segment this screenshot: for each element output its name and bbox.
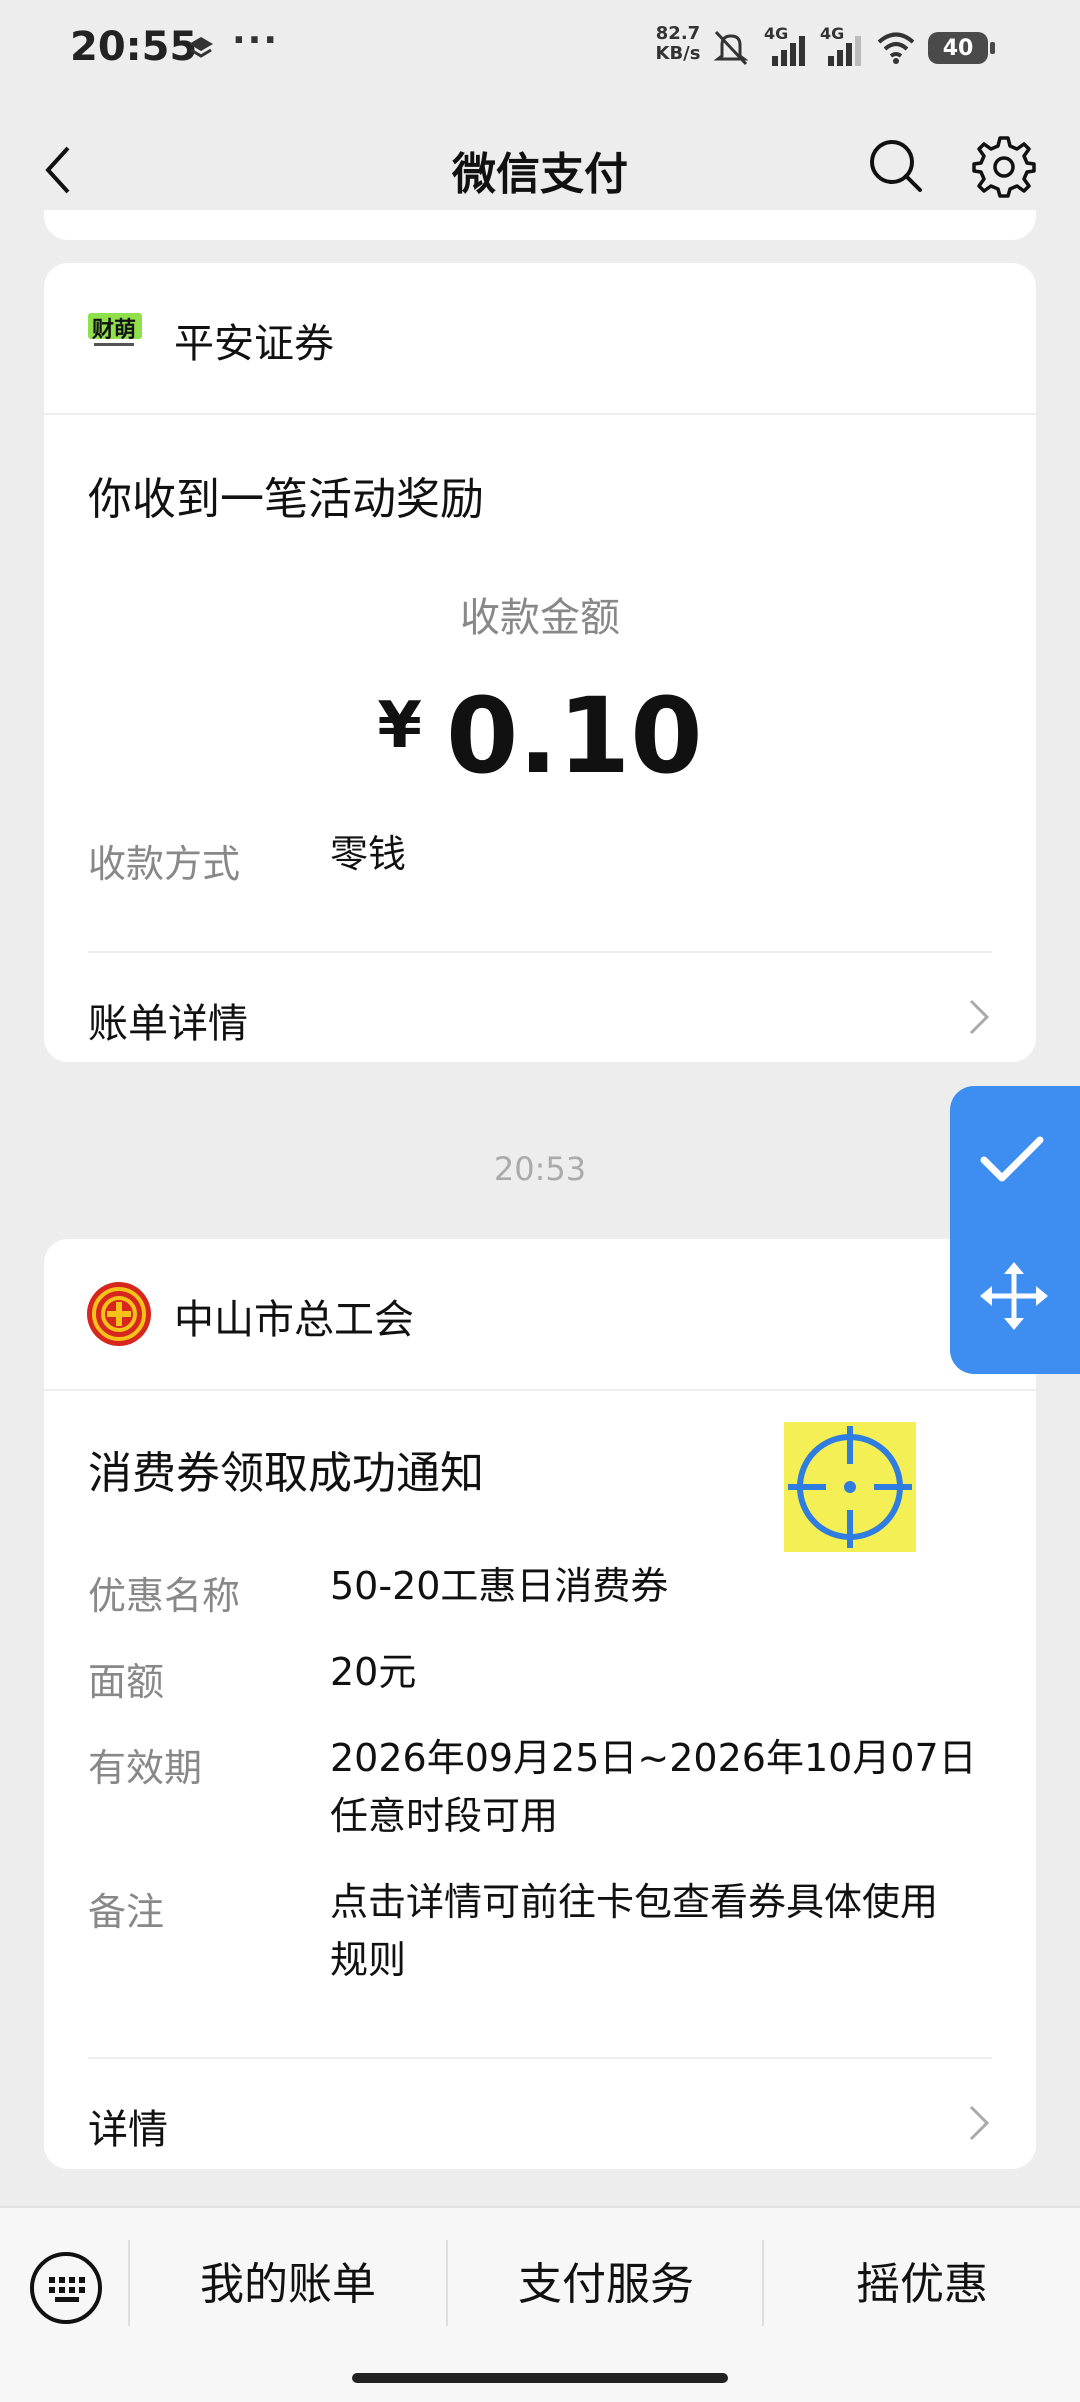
status-icons: 4G 4G 40 xyxy=(710,24,995,70)
coupon-notification-card[interactable]: 中山市总工会 消费券领取成功通知 优惠名称 50-20工惠日消费券 面额 20元… xyxy=(44,1239,1036,2169)
divider xyxy=(44,1389,1036,1391)
method-label: 收款方式 xyxy=(88,842,241,886)
tab-my-bills[interactable]: 我的账单 xyxy=(130,2248,446,2312)
net-speed-value: 82.7 xyxy=(655,23,701,44)
search-icon[interactable] xyxy=(866,136,926,196)
method-value: 零钱 xyxy=(330,832,407,876)
currency-symbol: ¥ xyxy=(377,689,422,763)
union-logo-icon xyxy=(87,1282,151,1346)
signal-4g-icon-2: 4G xyxy=(820,24,864,68)
row-label-remark: 备注 xyxy=(88,1890,165,1934)
row-label-coupon-name: 优惠名称 xyxy=(88,1574,241,1618)
amount-label: 收款金额 xyxy=(460,595,620,641)
more-dots-icon: ··· xyxy=(232,20,280,61)
divider xyxy=(88,951,992,953)
mute-bell-icon xyxy=(713,30,749,66)
row-value-validity: 2026年09月25日~2026年10月07日 xyxy=(330,1736,977,1780)
bill-details-link[interactable]: 账单详情 xyxy=(88,981,992,1051)
row-value-remark-cont: 规则 xyxy=(330,1938,407,1982)
chevron-right-icon xyxy=(969,999,990,1035)
divider xyxy=(88,2057,992,2059)
row-label-validity: 有效期 xyxy=(88,1746,203,1790)
check-icon[interactable] xyxy=(980,1134,1044,1186)
previous-card-bottom xyxy=(44,210,1036,240)
net-speed-unit: KB/s xyxy=(655,43,701,64)
brand-name: 中山市总工会 xyxy=(174,1297,414,1343)
gear-icon[interactable] xyxy=(972,134,1036,198)
divider xyxy=(44,413,1036,415)
row-value-remark: 点击详情可前往卡包查看券具体使用 xyxy=(330,1880,939,1924)
amount-value: 0.10 xyxy=(445,675,703,797)
floating-action-widget xyxy=(950,1086,1080,1374)
chevron-right-icon xyxy=(969,2105,990,2141)
signal-4g-icon-1: 4G xyxy=(764,24,808,68)
crosshair-target-icon[interactable] xyxy=(784,1422,916,1552)
keyboard-icon[interactable] xyxy=(28,2250,104,2326)
wifi-icon xyxy=(877,32,915,64)
home-indicator xyxy=(352,2373,728,2383)
details-label: 详情 xyxy=(88,2107,168,2153)
row-value-validity-note: 任意时段可用 xyxy=(330,1794,559,1838)
tab-shake-offers[interactable]: 摇优惠 xyxy=(764,2248,1080,2312)
row-value-denomination: 20元 xyxy=(330,1650,417,1694)
row-value-coupon-name: 50-20工惠日消费券 xyxy=(330,1564,669,1608)
battery-icon: 40 xyxy=(928,32,995,64)
network-speed: 82.7 KB/s xyxy=(652,24,704,64)
notification-title: 你收到一笔活动奖励 xyxy=(88,474,484,525)
status-time: 20:55 xyxy=(70,24,198,70)
brand-name: 平安证券 xyxy=(174,321,334,367)
details-link[interactable]: 详情 xyxy=(88,2087,992,2157)
notification-title: 消费券领取成功通知 xyxy=(88,1448,484,1499)
layers-icon xyxy=(189,37,213,58)
move-icon[interactable] xyxy=(980,1262,1048,1330)
tab-payment-services[interactable]: 支付服务 xyxy=(448,2248,764,2312)
amount-display: ¥0.10 xyxy=(44,681,1036,791)
message-timestamp: 20:53 xyxy=(493,1150,587,1188)
bill-details-label: 账单详情 xyxy=(88,1001,248,1047)
payment-notification-card[interactable]: 财萌 平安证券 你收到一笔活动奖励 收款金额 ¥0.10 收款方式 零钱 账单详… xyxy=(44,263,1036,1062)
brand-logo: 财萌 xyxy=(88,307,142,351)
row-label-denomination: 面额 xyxy=(88,1660,165,1704)
